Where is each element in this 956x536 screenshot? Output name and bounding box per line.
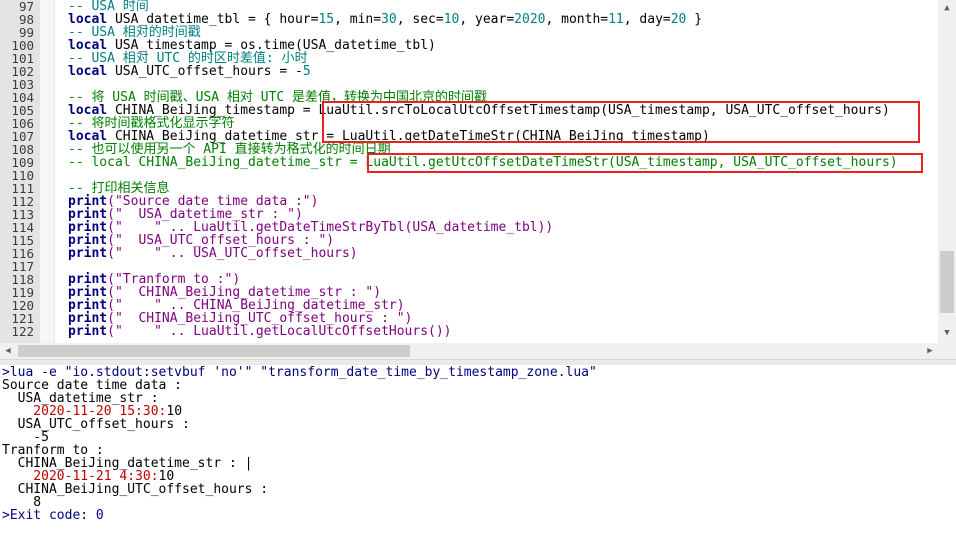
chevron-right-icon[interactable]: ▶ — [922, 343, 938, 359]
horizontal-scroll-thumb[interactable] — [18, 345, 410, 357]
horizontal-scrollbar[interactable]: ◀ ▶ — [0, 343, 938, 359]
scrollbar-corner — [938, 343, 956, 359]
code-line: print(" " .. LuaUtil.getLocalUtcOffsetHo… — [68, 324, 452, 339]
output-line: CHINA_BeiJing_UTC_offset_hours : — [2, 482, 269, 497]
vertical-scroll-thumb[interactable] — [940, 251, 954, 313]
code-line: print(" " .. USA_UTC_offset_hours) — [68, 246, 358, 261]
chevron-down-icon[interactable]: ▼ — [938, 325, 956, 341]
highlight-box-srcToLocal — [322, 101, 920, 143]
chevron-left-icon[interactable]: ◀ — [0, 343, 16, 359]
highlight-box-getUtcOffset — [367, 153, 923, 173]
chevron-up-icon[interactable]: ▲ — [938, 0, 956, 16]
code-line: local USA_UTC_offset_hours = -5 — [68, 64, 311, 79]
vertical-scrollbar[interactable]: ▲ ▼ — [938, 0, 956, 343]
code-editor[interactable]: 97 98 99 100 101 102 103 104 105 106 107 108 109 110 1… — [0, 0, 956, 343]
exit-code-line: >Exit code: 0 — [2, 508, 104, 523]
output-pane[interactable]: >lua -e "io.stdout:setvbuf 'no'" "transf… — [0, 365, 956, 536]
